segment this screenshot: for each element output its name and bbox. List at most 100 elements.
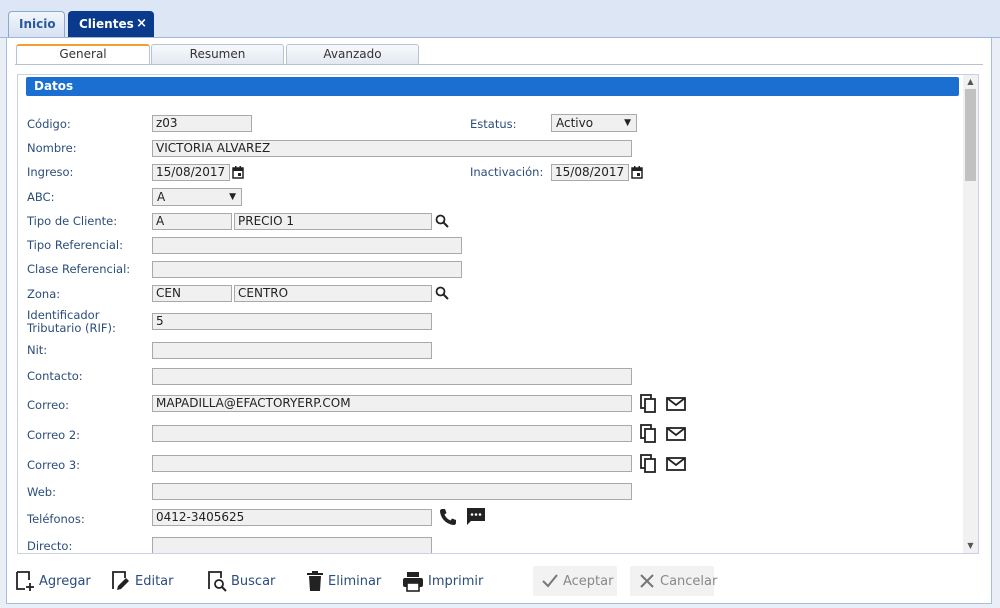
editar-button[interactable]: Editar (111, 566, 174, 596)
app-frame: Inicio Clientes × General Resumen Avanza… (0, 0, 1000, 608)
rif-label-line2: Tributario (RIF): (27, 321, 116, 335)
codigo-field[interactable]: z03 (152, 115, 252, 132)
correo-field[interactable]: MAPADILLA@EFACTORYERP.COM (152, 395, 632, 412)
search-icon[interactable] (435, 214, 449, 228)
nit-field[interactable] (152, 342, 432, 359)
mail-icon[interactable] (666, 397, 686, 411)
buscar-button[interactable]: Buscar (207, 566, 275, 596)
close-icon[interactable]: × (136, 12, 147, 36)
edit-icon (112, 571, 129, 590)
tipo-cliente-code-field[interactable]: A (152, 213, 232, 230)
eliminar-label: Eliminar (328, 573, 382, 589)
nit-label: Nit: (27, 343, 48, 357)
correo3-field[interactable] (152, 455, 632, 472)
rif-field[interactable]: 5 (152, 313, 432, 330)
clase-referencial-label: Clase Referencial: (27, 262, 131, 276)
tab-clientes[interactable]: Clientes × (68, 11, 154, 37)
cancelar-label: Cancelar (660, 573, 718, 589)
top-tab-bar: Inicio Clientes × (0, 0, 1000, 38)
zona-code-field[interactable]: CEN (152, 285, 232, 302)
subtab-divider (15, 64, 983, 65)
ingreso-label: Ingreso: (27, 165, 74, 179)
tipo-cliente-name-field[interactable]: PRECIO 1 (234, 213, 432, 230)
buscar-label: Buscar (231, 573, 276, 589)
estatus-select[interactable]: Activo ▼ (551, 114, 637, 132)
estatus-value: Activo (556, 116, 594, 130)
phone-icon[interactable] (439, 508, 457, 526)
tab-inicio[interactable]: Inicio (8, 11, 65, 37)
codigo-label: Código: (27, 117, 71, 131)
subtab-general[interactable]: General (16, 44, 150, 65)
search-document-icon (208, 571, 227, 592)
tipo-cliente-label: Tipo de Cliente: (27, 214, 118, 228)
form-content: Datos Código: z03 Estatus: Activo ▼ Nomb… (17, 74, 979, 554)
aceptar-label: Aceptar (563, 573, 614, 589)
trash-icon (307, 571, 323, 591)
zona-label: Zona: (27, 287, 61, 301)
copy-icon[interactable] (640, 454, 658, 474)
tipo-referencial-field[interactable] (152, 237, 462, 254)
imprimir-label: Imprimir (428, 573, 484, 589)
clase-referencial-field[interactable] (152, 261, 462, 278)
eliminar-button[interactable]: Eliminar (306, 566, 381, 596)
rif-label-line1: Identificador (27, 308, 100, 322)
mail-icon[interactable] (666, 427, 686, 441)
inactivacion-field[interactable]: 15/08/2017 (551, 164, 629, 181)
mail-icon[interactable] (666, 457, 686, 471)
close-icon (640, 574, 654, 588)
scroll-down-icon[interactable]: ▼ (963, 539, 978, 553)
imprimir-button[interactable]: Imprimir (402, 566, 483, 596)
clientes-panel: General Resumen Avanzado Datos Código: z… (6, 38, 992, 604)
correo3-label: Correo 3: (27, 458, 81, 472)
agregar-label: Agregar (39, 573, 91, 589)
contacto-field[interactable] (152, 368, 632, 385)
tab-clientes-label: Clientes (79, 17, 134, 31)
editar-label: Editar (135, 573, 174, 589)
abc-label: ABC: (27, 190, 55, 204)
message-icon[interactable] (466, 507, 486, 527)
check-icon (542, 574, 558, 588)
correo-label: Correo: (27, 398, 70, 412)
agregar-button[interactable]: Agregar (15, 566, 91, 596)
zona-name-field[interactable]: CENTRO (234, 285, 432, 302)
vertical-scrollbar[interactable]: ▲ ▼ (963, 75, 978, 553)
directo-field[interactable] (152, 537, 432, 553)
subtab-avanzado[interactable]: Avanzado (286, 44, 419, 64)
nombre-field[interactable]: VICTORIA ALVAREZ (152, 140, 632, 157)
directo-label: Directo: (27, 539, 73, 553)
nombre-label: Nombre: (27, 141, 77, 155)
telefonos-field[interactable]: 0412-3405625 (152, 509, 432, 526)
ingreso-field[interactable]: 15/08/2017 (152, 164, 230, 181)
copy-icon[interactable] (640, 394, 658, 414)
copy-icon[interactable] (640, 424, 658, 444)
correo2-label: Correo 2: (27, 428, 81, 442)
tipo-referencial-label: Tipo Referencial: (27, 238, 124, 252)
estatus-label: Estatus: (470, 117, 517, 131)
search-icon[interactable] (435, 286, 449, 300)
subtab-resumen[interactable]: Resumen (151, 44, 284, 64)
tab-inicio-label: Inicio (19, 17, 56, 31)
subtab-avanzado-label: Avanzado (323, 47, 382, 61)
print-icon (403, 572, 423, 592)
subtab-general-label: General (59, 47, 107, 61)
section-header-datos: Datos (26, 77, 959, 96)
chevron-down-icon: ▼ (229, 192, 236, 202)
telefonos-label: Teléfonos: (27, 512, 85, 526)
scroll-up-icon[interactable]: ▲ (963, 75, 978, 89)
calendar-icon[interactable] (631, 166, 643, 179)
inactivacion-label: Inactivación: (470, 165, 544, 179)
aceptar-button[interactable]: Aceptar (533, 566, 617, 596)
calendar-icon[interactable] (232, 166, 244, 179)
web-label: Web: (27, 485, 56, 499)
contacto-label: Contacto: (27, 369, 83, 383)
cancelar-button[interactable]: Cancelar (630, 566, 718, 596)
rif-label: Identificador Tributario (RIF): (27, 309, 116, 335)
scroll-thumb[interactable] (965, 89, 976, 181)
correo2-field[interactable] (152, 425, 632, 442)
subtab-resumen-label: Resumen (189, 47, 246, 61)
add-document-icon (16, 571, 34, 591)
abc-value: A (157, 190, 166, 204)
web-field[interactable] (152, 483, 632, 500)
action-toolbar: Agregar Editar Buscar Eliminar Imprimir … (7, 560, 993, 600)
abc-select[interactable]: A ▼ (152, 188, 242, 206)
